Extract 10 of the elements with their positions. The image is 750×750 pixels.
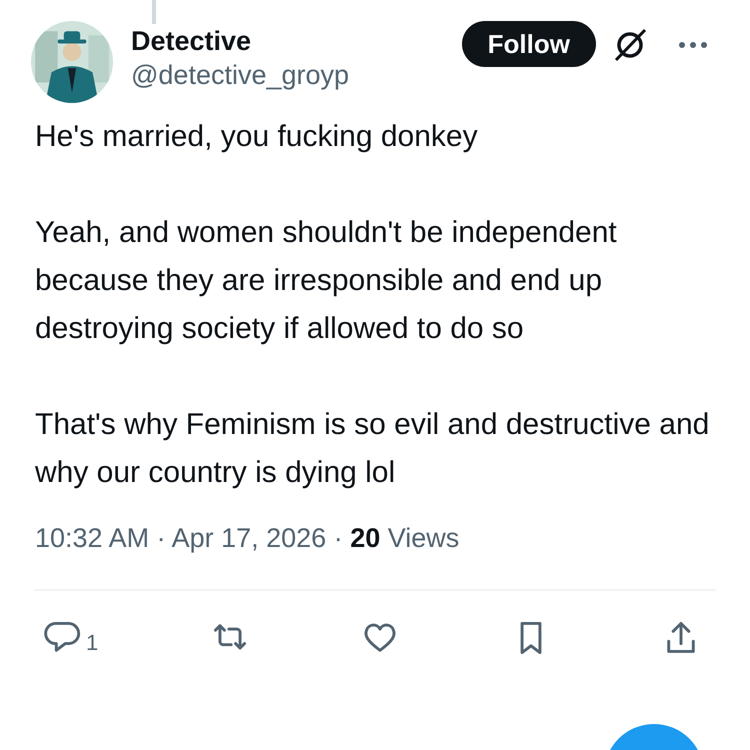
- post-text: He's married, you fucking donkey: [35, 119, 479, 155]
- author-handle[interactable]: @detective_groyp: [131, 57, 462, 93]
- author-name[interactable]: Detective: [131, 25, 462, 57]
- post-timestamp-views: 10:32 AM · Apr 17, 2026 · 20 Views: [34, 522, 460, 555]
- reply-count: 1: [86, 629, 98, 657]
- post-text: Yeah, and women shouldn't be independent because they are irresponsible and end up destroying society if allowed to do so: [35, 215, 618, 347]
- post-text: That's why Feminism is so evil and destructive and why our country is dying lol: [35, 407, 710, 491]
- slashed-circle-icon[interactable]: [612, 27, 648, 63]
- follow-button[interactable]: Follow: [462, 21, 596, 67]
- more-icon[interactable]: [678, 41, 708, 49]
